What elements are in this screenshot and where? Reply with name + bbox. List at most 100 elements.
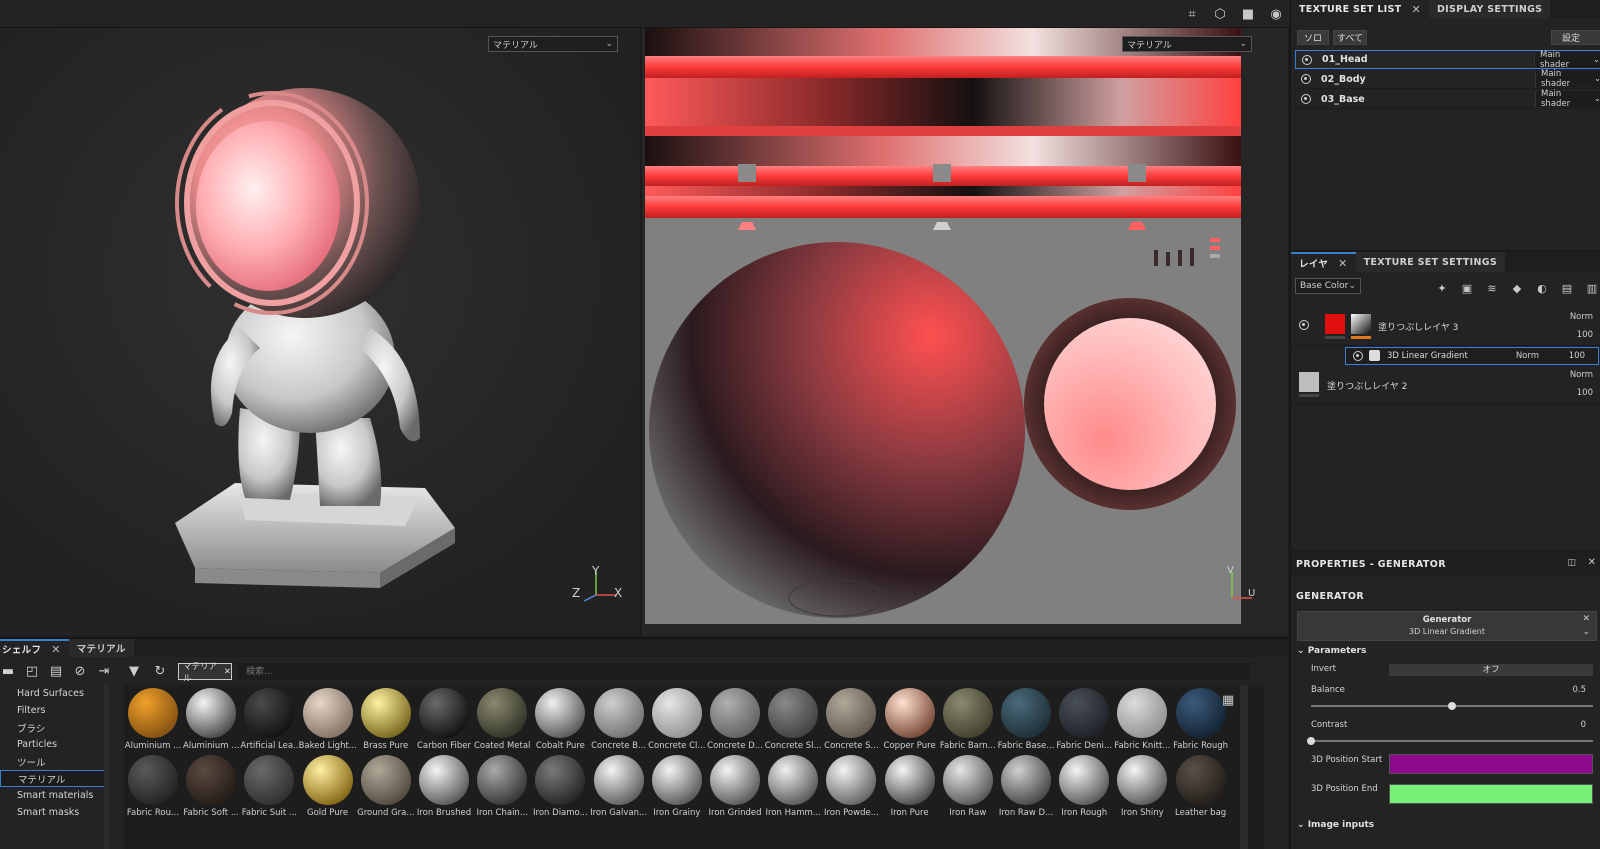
refresh-icon[interactable]: ↻ — [152, 663, 168, 679]
shelf-category-item[interactable]: Smart masks — [0, 804, 108, 821]
category-scrollbar[interactable] — [104, 685, 110, 849]
layer-opacity[interactable]: 100 — [1577, 330, 1593, 340]
shelf-category-item[interactable]: ツール — [0, 753, 108, 770]
effect-blend-mode[interactable]: Norm — [1516, 351, 1539, 361]
shelf-category-item[interactable]: Smart materials — [0, 787, 108, 804]
hide-icon[interactable]: ⊘ — [72, 663, 88, 679]
chevron-down-icon[interactable]: ⌄ — [1582, 627, 1590, 637]
visibility-eye-icon[interactable] — [1301, 74, 1311, 84]
mask-thumbnail[interactable] — [1351, 314, 1371, 334]
material-thumbnail[interactable]: Aluminium ... — [182, 685, 240, 752]
material-thumbnail[interactable]: Iron Hamm... — [764, 752, 822, 819]
material-thumbnail[interactable]: Coated Metal — [473, 685, 531, 752]
material-thumbnail[interactable]: Leather bag — [1172, 752, 1230, 819]
visibility-eye-icon[interactable] — [1353, 351, 1363, 361]
layer-blend-mode[interactable]: Norm — [1570, 312, 1593, 322]
magic-wand-icon[interactable]: ✦ — [1434, 280, 1450, 296]
contrast-slider-knob[interactable] — [1307, 737, 1315, 745]
visibility-eye-icon[interactable] — [1301, 94, 1311, 104]
parameters-header[interactable]: ⌄ Parameters — [1297, 646, 1366, 656]
material-thumbnail[interactable]: Iron Brushed — [415, 752, 473, 819]
tab-layers[interactable]: レイヤ ✕ — [1291, 252, 1356, 272]
close-icon[interactable]: ✕ — [1588, 557, 1596, 568]
add-effect-icon[interactable]: ◐ — [1534, 280, 1550, 296]
texture-set-row[interactable]: 02_Body Main shader ⌄ — [1295, 69, 1600, 89]
material-thumbnail[interactable]: Fabric Barn... — [939, 685, 997, 752]
material-thumbnail[interactable]: Fabric Suit ... — [240, 752, 298, 819]
filter-chip[interactable]: マテリアル ✕ — [178, 662, 232, 684]
add-layer-icon[interactable]: ≋ — [1484, 280, 1500, 296]
shader-select[interactable]: Main shader ⌄ — [1535, 69, 1600, 89]
close-icon[interactable]: ✕ — [1338, 257, 1348, 270]
image-inputs-header[interactable]: ⌄ Image inputs — [1297, 820, 1374, 830]
layer-opacity[interactable]: 100 — [1577, 388, 1593, 398]
layer-row[interactable]: 塗りつぶしレイヤ 3 Norm 100 — [1291, 306, 1600, 346]
material-scrollbar[interactable] — [1240, 685, 1248, 849]
all-button[interactable]: すべて — [1333, 30, 1367, 45]
generator-picker[interactable]: Generator 3D Linear Gradient ✕ ⌄ — [1297, 611, 1597, 641]
material-thumbnail[interactable]: Iron Chain... — [473, 752, 531, 819]
search-input[interactable] — [238, 663, 1250, 680]
material-thumbnail[interactable]: Iron Powde... — [822, 752, 880, 819]
camera-icon[interactable]: ■ — [1238, 4, 1258, 24]
visibility-eye-icon[interactable] — [1302, 54, 1312, 65]
material-thumbnail[interactable]: Iron Rough — [1055, 752, 1113, 819]
tab-shelf[interactable]: シェルフ ✕ — [0, 639, 69, 657]
material-thumbnail[interactable]: Copper Pure — [881, 685, 939, 752]
visibility-eye-icon[interactable] — [1299, 320, 1309, 330]
close-icon[interactable]: ✕ — [224, 667, 231, 677]
import-icon[interactable]: ⇥ — [96, 663, 112, 679]
shelf-category-item[interactable]: Filters — [0, 702, 108, 719]
material-thumbnail[interactable]: Concrete Cl... — [648, 685, 706, 752]
material-thumbnail[interactable]: Fabric Rough — [1172, 685, 1230, 752]
grid-view-icon[interactable]: ▦ — [1222, 693, 1234, 708]
position-start-color[interactable] — [1389, 754, 1593, 774]
cube-icon[interactable]: ⬡ — [1210, 4, 1230, 24]
material-thumbnail[interactable]: Gold Pure — [299, 752, 357, 819]
filter-icon[interactable]: ▼ — [126, 663, 142, 679]
tab-texture-set-settings[interactable]: TEXTURE SET SETTINGS — [1355, 252, 1506, 272]
material-thumbnail[interactable]: Iron Grainy — [648, 752, 706, 819]
material-thumbnail[interactable]: Aluminium ... — [124, 685, 182, 752]
close-icon[interactable]: ✕ — [51, 643, 61, 656]
material-thumbnail[interactable]: Carbon Fiber — [415, 685, 473, 752]
contrast-slider[interactable] — [1311, 740, 1593, 742]
shader-select[interactable]: Main shader ⌄ — [1534, 50, 1600, 70]
material-thumbnail[interactable]: Fabric Knitt... — [1113, 685, 1171, 752]
shader-select[interactable]: Main shader ⌄ — [1535, 89, 1600, 109]
texture-set-row[interactable]: 01_Head Main shader ⌄ — [1295, 50, 1600, 70]
channel-select[interactable]: Base Color ⌄ — [1295, 278, 1361, 294]
material-thumbnail[interactable]: Ground Gra... — [357, 752, 415, 819]
folder-icon[interactable]: ▬ — [0, 663, 16, 679]
add-fill-icon[interactable]: ◆ — [1509, 280, 1525, 296]
position-end-color[interactable] — [1389, 784, 1593, 804]
solo-button[interactable]: ソロ — [1297, 30, 1329, 45]
balance-value[interactable]: 0.5 — [1572, 685, 1586, 695]
material-thumbnail[interactable]: Concrete D... — [706, 685, 764, 752]
material-thumbnail[interactable]: Concrete Sl... — [764, 685, 822, 752]
material-thumbnail[interactable]: Iron Diamo... — [531, 752, 589, 819]
material-thumbnail[interactable]: Fabric Soft ... — [182, 752, 240, 819]
material-thumbnail[interactable]: Artificial Lea... — [240, 685, 298, 752]
texture-set-row[interactable]: 03_Base Main shader ⌄ — [1295, 89, 1600, 109]
shelf-category-item[interactable]: マテリアル — [0, 770, 108, 787]
screenshot-icon[interactable]: ◉ — [1266, 4, 1286, 24]
effect-row[interactable]: 3D Linear Gradient Norm 100 — [1291, 346, 1600, 366]
viewport2d-channel-select[interactable]: マテリアル ⌄ — [1122, 36, 1252, 52]
layer-row[interactable]: 塗りつぶしレイヤ 2 Norm 100 — [1291, 366, 1600, 404]
close-icon[interactable]: ✕ — [1411, 3, 1421, 16]
tab-texture-set-list[interactable]: TEXTURE SET LIST ✕ — [1291, 0, 1429, 18]
viewport-3d[interactable]: マテリアル ⌄ Y Z X — [0, 28, 640, 636]
effect-opacity[interactable]: 100 — [1569, 351, 1585, 361]
material-thumbnail[interactable]: Fabric Base... — [997, 685, 1055, 752]
material-thumbnail[interactable]: Fabric Deni... — [1055, 685, 1113, 752]
contrast-value[interactable]: 0 — [1581, 720, 1586, 730]
new-item-icon[interactable]: ◰ — [24, 663, 40, 679]
material-thumbnail[interactable]: Iron Galvan... — [590, 752, 648, 819]
material-thumbnail[interactable]: Iron Pure — [881, 752, 939, 819]
shelf-category-item[interactable]: Hard Surfaces — [0, 685, 108, 702]
material-thumbnail[interactable]: Cobalt Pure — [531, 685, 589, 752]
tab-shelf-materials[interactable]: マテリアル — [68, 639, 134, 657]
settings-button[interactable]: 設定 — [1551, 30, 1600, 45]
layer-blend-mode[interactable]: Norm — [1570, 370, 1593, 380]
